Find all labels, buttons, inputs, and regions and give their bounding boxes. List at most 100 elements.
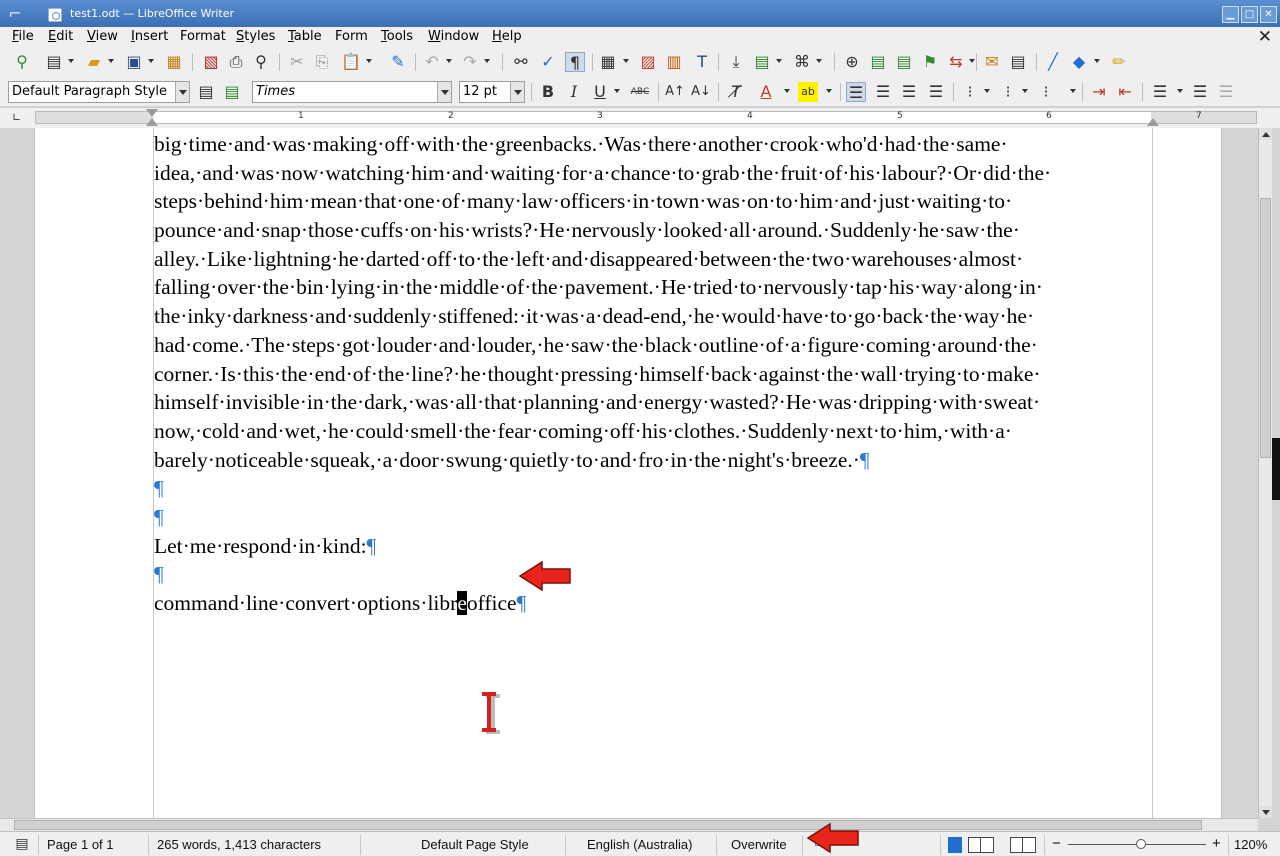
- paste-dropdown-arrow[interactable]: [366, 59, 372, 63]
- open-folder-icon[interactable]: ▰: [84, 52, 104, 72]
- menu-styles[interactable]: Styles: [236, 28, 275, 46]
- track-changes-icon[interactable]: ▤: [1008, 52, 1028, 72]
- menu-format[interactable]: Format: [180, 28, 226, 46]
- unordered-list-dropdown-arrow[interactable]: [984, 89, 990, 93]
- horizontal-ruler[interactable]: ∟ 1 2 3 4 5 6 7: [0, 108, 1280, 128]
- insert-footnote-icon[interactable]: ▤: [868, 52, 888, 72]
- single-page-view-icon[interactable]: [948, 837, 962, 853]
- ordered-list-dropdown-arrow[interactable]: [1022, 89, 1028, 93]
- insert-text-box-icon[interactable]: T: [692, 52, 712, 72]
- insert-special-character-icon[interactable]: ⌘: [792, 52, 812, 72]
- insert-endnote-icon[interactable]: ▤: [894, 52, 914, 72]
- document-text[interactable]: big·time·and·was·making·off·with·the·gre…: [154, 130, 1154, 618]
- increase-paragraph-spacing-icon[interactable]: ☰: [1190, 82, 1210, 102]
- save-icon[interactable]: ▣: [124, 52, 144, 72]
- find-replace-icon[interactable]: ⚯: [511, 52, 531, 72]
- menu-insert[interactable]: Insert: [131, 28, 168, 46]
- ruler-track[interactable]: 1 2 3 4 5 6 7: [35, 111, 1257, 124]
- paste-icon[interactable]: 📋: [341, 52, 361, 72]
- underline-dropdown-arrow[interactable]: [614, 89, 620, 93]
- outline-list-dropdown-arrow[interactable]: [1070, 89, 1076, 93]
- undo-icon[interactable]: ↶: [422, 52, 442, 72]
- paragraph-style-combo[interactable]: Default Paragraph Style: [8, 81, 190, 103]
- new-style-icon[interactable]: ▤: [222, 82, 242, 102]
- table-dropdown-arrow[interactable]: [623, 59, 629, 63]
- menu-help[interactable]: Help: [492, 28, 522, 46]
- vertical-scrollbar[interactable]: [1258, 128, 1272, 818]
- scroll-up-arrow[interactable]: [1259, 128, 1272, 140]
- font-size-combo[interactable]: 12 pt: [459, 81, 525, 103]
- page-count[interactable]: Page 1 of 1: [47, 836, 114, 854]
- clone-formatting-icon[interactable]: ✎: [388, 52, 408, 72]
- word-count[interactable]: 265 words, 1,413 characters: [157, 836, 321, 854]
- document-viewport[interactable]: big·time·and·was·making·off·with·the·gre…: [0, 128, 1258, 818]
- update-style-icon[interactable]: ▤: [196, 82, 216, 102]
- window-menu-icon[interactable]: ⌐: [6, 4, 24, 24]
- align-center-icon[interactable]: ☰: [873, 82, 893, 102]
- line-spacing-dropdown-arrow[interactable]: [1177, 89, 1183, 93]
- insert-line-icon[interactable]: ╱: [1043, 52, 1063, 72]
- minimize-button[interactable]: ▁: [1222, 6, 1239, 23]
- scroll-down-arrow[interactable]: [1259, 806, 1272, 818]
- export-pdf-icon[interactable]: ▧: [201, 52, 221, 72]
- paragraph-style-dropdown-arrow[interactable]: [175, 82, 189, 102]
- redo-dropdown-arrow[interactable]: [484, 59, 490, 63]
- increase-indent-icon[interactable]: ⇥: [1089, 82, 1109, 102]
- font-color-dropdown-arrow[interactable]: [784, 89, 790, 93]
- tab-stop-type-icon[interactable]: ∟: [12, 111, 21, 124]
- sidebar-grip-handle[interactable]: [1272, 438, 1280, 500]
- insert-table-icon[interactable]: ▦: [598, 52, 618, 72]
- shrink-font-icon[interactable]: A↓: [691, 82, 711, 102]
- underline-icon[interactable]: U: [590, 82, 610, 102]
- copy-icon[interactable]: ⎘: [312, 52, 332, 72]
- font-name-combo[interactable]: Times: [252, 81, 452, 103]
- menu-window[interactable]: Window: [428, 28, 479, 46]
- insert-field-icon[interactable]: ▤: [752, 52, 772, 72]
- decrease-paragraph-spacing-icon[interactable]: ☰: [1216, 82, 1236, 102]
- insert-page-break-icon[interactable]: ⤓: [726, 52, 746, 72]
- document-page[interactable]: big·time·and·was·making·off·with·the·gre…: [34, 128, 1222, 818]
- highlighting-icon[interactable]: ab: [798, 82, 818, 102]
- insert-mode[interactable]: Overwrite: [731, 836, 787, 854]
- font-name-dropdown-arrow[interactable]: [437, 82, 451, 102]
- vertical-scroll-thumb[interactable]: [1260, 198, 1271, 458]
- binoculars-icon[interactable]: ⚲: [12, 52, 32, 72]
- right-indent-marker[interactable]: [1147, 118, 1159, 126]
- menu-table[interactable]: Table: [288, 28, 322, 46]
- strikethrough-icon[interactable]: ABC: [630, 82, 650, 102]
- menu-tools[interactable]: Tools: [381, 28, 413, 46]
- field-dropdown-arrow[interactable]: [776, 59, 782, 63]
- menu-edit[interactable]: Edit: [48, 28, 73, 46]
- print-icon[interactable]: ⎙: [226, 52, 246, 72]
- insert-hyperlink-icon[interactable]: ⊕: [842, 52, 862, 72]
- horizontal-scrollbar[interactable]: [0, 818, 1258, 831]
- first-line-indent-marker[interactable]: [146, 109, 158, 117]
- save-dropdown-arrow[interactable]: [148, 59, 154, 63]
- basic-shapes-icon[interactable]: ◆: [1069, 52, 1089, 72]
- decrease-indent-icon[interactable]: ⇤: [1115, 82, 1135, 102]
- justify-icon[interactable]: ☰: [926, 82, 946, 102]
- ordered-list-icon[interactable]: ⁝: [998, 82, 1018, 102]
- close-document-button[interactable]: ✕: [1258, 27, 1272, 47]
- open-dropdown-arrow[interactable]: [108, 59, 114, 63]
- insert-comment-icon[interactable]: ✉: [982, 52, 1002, 72]
- insert-chart-icon[interactable]: ▥: [664, 52, 684, 72]
- page-style[interactable]: Default Page Style: [421, 836, 529, 854]
- redo-icon[interactable]: ↷: [460, 52, 480, 72]
- maximize-button[interactable]: □: [1241, 6, 1258, 23]
- menu-file[interactable]: File: [12, 28, 34, 46]
- new-dropdown-arrow[interactable]: [68, 59, 74, 63]
- insert-bookmark-icon[interactable]: ⚑: [920, 52, 940, 72]
- new-document-icon[interactable]: ▤: [44, 52, 64, 72]
- zoom-out-button[interactable]: −: [1052, 835, 1061, 853]
- zoom-slider-thumb[interactable]: [1136, 839, 1146, 849]
- highlighting-dropdown-arrow[interactable]: [826, 89, 832, 93]
- special-character-dropdown-arrow[interactable]: [816, 59, 822, 63]
- zoom-level[interactable]: 120%: [1234, 836, 1267, 854]
- bold-icon[interactable]: B: [538, 82, 558, 102]
- align-right-icon[interactable]: ☰: [899, 82, 919, 102]
- insert-image-icon[interactable]: ▨: [638, 52, 658, 72]
- outline-list-icon[interactable]: ⁝: [1036, 82, 1056, 102]
- cross-reference-dropdown-arrow[interactable]: [969, 59, 975, 63]
- italic-icon[interactable]: I: [564, 82, 584, 102]
